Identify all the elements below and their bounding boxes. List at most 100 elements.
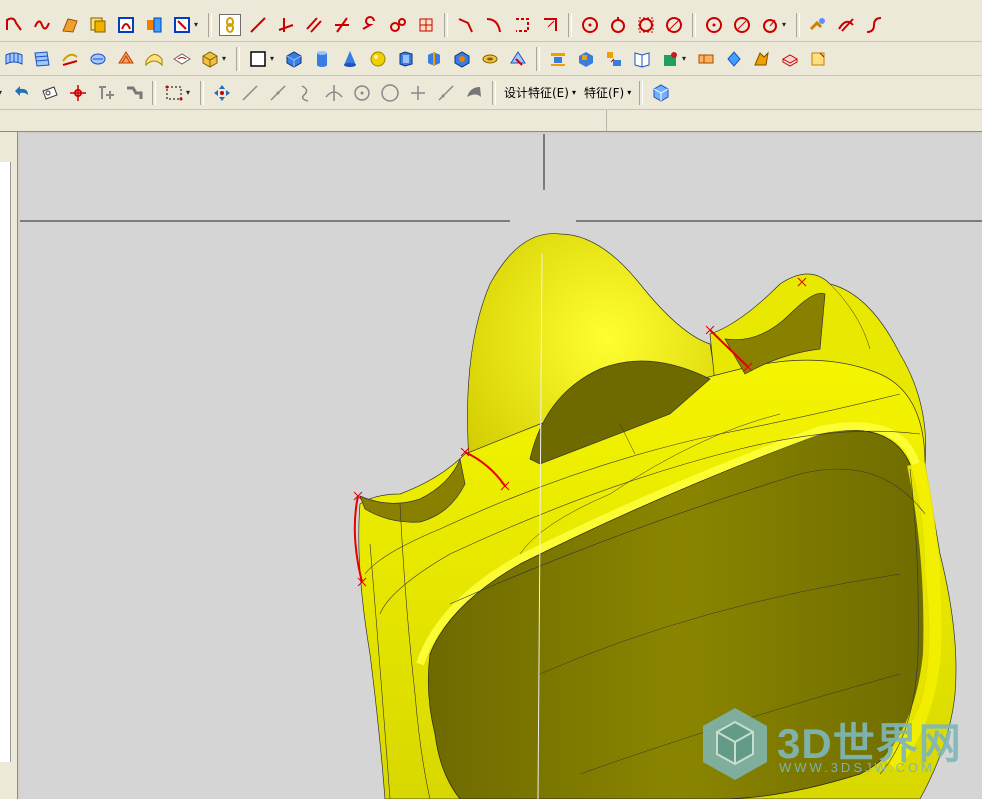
cut-icon[interactable]: [479, 48, 501, 70]
toolbar-row-1: ▾ ▾: [0, 8, 982, 42]
cylinder-icon[interactable]: [311, 48, 333, 70]
chevron-down-icon[interactable]: ▾: [222, 54, 230, 63]
plus-tool-icon: [407, 82, 429, 104]
line-normal-icon[interactable]: [275, 14, 297, 36]
circle-tool2-icon: [379, 82, 401, 104]
circle-radius-icon[interactable]: [759, 14, 781, 36]
fillet-corner-icon[interactable]: [483, 14, 505, 36]
feature-menu[interactable]: 特征(F) ▾: [580, 84, 635, 101]
spline-icon[interactable]: [31, 14, 53, 36]
diagonal-tool-icon: [435, 82, 457, 104]
fold-icon[interactable]: [695, 48, 717, 70]
bounded-surface-icon[interactable]: [199, 48, 221, 70]
mesh-surface-icon[interactable]: [3, 48, 25, 70]
cone-icon[interactable]: [339, 48, 361, 70]
toolbar-separator: [492, 80, 496, 105]
line-icon[interactable]: [247, 14, 269, 36]
corner-icon[interactable]: [455, 14, 477, 36]
watermark-logo-icon: [703, 708, 767, 780]
loft-surface-icon[interactable]: [59, 48, 81, 70]
move-icon[interactable]: [211, 82, 233, 104]
surface-patch-icon[interactable]: [59, 14, 81, 36]
feature-pattern-icon[interactable]: [547, 48, 569, 70]
left-panel-edge: [0, 132, 18, 799]
left-panel-scroll[interactable]: [0, 162, 11, 762]
curve-analysis-icon[interactable]: [807, 14, 829, 36]
sphere-icon[interactable]: [367, 48, 389, 70]
tape-icon[interactable]: [39, 82, 61, 104]
fill-surface-icon[interactable]: [171, 48, 193, 70]
toolbar-separator: [692, 12, 696, 37]
eraser-icon[interactable]: [751, 48, 773, 70]
offset-surface-icon[interactable]: [87, 14, 109, 36]
swept-surface-icon[interactable]: [87, 48, 109, 70]
status-row: [0, 110, 982, 132]
pad-icon[interactable]: [779, 48, 801, 70]
origin-icon[interactable]: [67, 82, 89, 104]
circle-3pt-icon[interactable]: [607, 14, 629, 36]
line-tool-icon: [239, 82, 261, 104]
watermark: 3D世界网 WWW.3DSJW.COM: [695, 700, 965, 790]
grid-plane-icon[interactable]: [415, 14, 437, 36]
trim-curve-icon[interactable]: [835, 14, 857, 36]
chevron-down-icon[interactable]: ▾: [782, 20, 790, 29]
chevron-down-icon: ▾: [627, 88, 632, 97]
undo-icon[interactable]: [11, 82, 33, 104]
toolbar-row-3: ▾ ▾ 设计特征(E) ▾ 特征(F) ▾: [0, 76, 982, 110]
book-icon[interactable]: [603, 48, 625, 70]
dimension-corner-icon[interactable]: [511, 14, 533, 36]
rectangle-icon[interactable]: [247, 48, 269, 70]
extend-curve-icon[interactable]: [863, 14, 885, 36]
angle-line-icon[interactable]: [331, 14, 353, 36]
extend-icon[interactable]: [143, 14, 165, 36]
line-tool2-icon: [267, 82, 289, 104]
circle-tool-icon: [351, 82, 373, 104]
circle-diameter-icon[interactable]: [731, 14, 753, 36]
revolve-icon[interactable]: [423, 48, 445, 70]
chevron-down-icon[interactable]: ▾: [682, 54, 690, 63]
toolbar-row-2: ▾ ▾ ▾: [0, 42, 982, 76]
parallel-line-icon[interactable]: [303, 14, 325, 36]
design-feature-menu-label: 设计特征(E): [504, 86, 569, 100]
boss-icon[interactable]: [451, 48, 473, 70]
toolbar-separator: [200, 80, 204, 105]
cube-view-icon[interactable]: [650, 82, 672, 104]
ruled-surface-icon[interactable]: [31, 48, 53, 70]
toolbar-separator: [152, 80, 156, 105]
mirror-icon[interactable]: [575, 48, 597, 70]
hole-icon[interactable]: [507, 48, 529, 70]
positioning-icon[interactable]: [631, 48, 653, 70]
toolbar-separator: [639, 80, 644, 105]
solid-highlight-icon[interactable]: [807, 48, 829, 70]
circle-tan-icon[interactable]: [635, 14, 657, 36]
design-feature-menu[interactable]: 设计特征(E) ▾: [500, 84, 580, 101]
arc-line-icon[interactable]: [359, 14, 381, 36]
box-icon[interactable]: [659, 48, 681, 70]
edge-corner-icon[interactable]: [539, 14, 561, 36]
extrude-icon[interactable]: [395, 48, 417, 70]
transform-icon[interactable]: [95, 82, 117, 104]
circle-edge-icon[interactable]: [663, 14, 685, 36]
selection-box-icon[interactable]: [163, 82, 185, 104]
circle-center-icon[interactable]: [579, 14, 601, 36]
cube-icon[interactable]: [283, 48, 305, 70]
chevron-down-icon[interactable]: ▾: [186, 88, 194, 97]
point-circle-icon[interactable]: [703, 14, 725, 36]
select-icon[interactable]: [219, 13, 241, 36]
cross-curve-icon: [323, 82, 345, 104]
status-divider: [606, 110, 607, 131]
curve-icon[interactable]: [387, 14, 409, 36]
chevron-down-icon[interactable]: ▾: [194, 20, 202, 29]
chevron-down-icon[interactable]: ▾: [270, 54, 278, 63]
trim-icon[interactable]: [171, 14, 193, 36]
offset-icon[interactable]: [143, 48, 165, 70]
sweep-tool-icon[interactable]: [463, 82, 485, 104]
stretch-icon[interactable]: [123, 82, 145, 104]
toolbar-separator: [568, 12, 572, 37]
watermark-subtitle: WWW.3DSJW.COM: [779, 760, 935, 775]
revolve-surface-icon[interactable]: [115, 48, 137, 70]
blend-icon[interactable]: [115, 14, 137, 36]
sheet-icon[interactable]: [723, 48, 745, 70]
chevron-down-icon[interactable]: ▾: [0, 88, 6, 97]
sketch-curve-icon[interactable]: [3, 14, 25, 36]
